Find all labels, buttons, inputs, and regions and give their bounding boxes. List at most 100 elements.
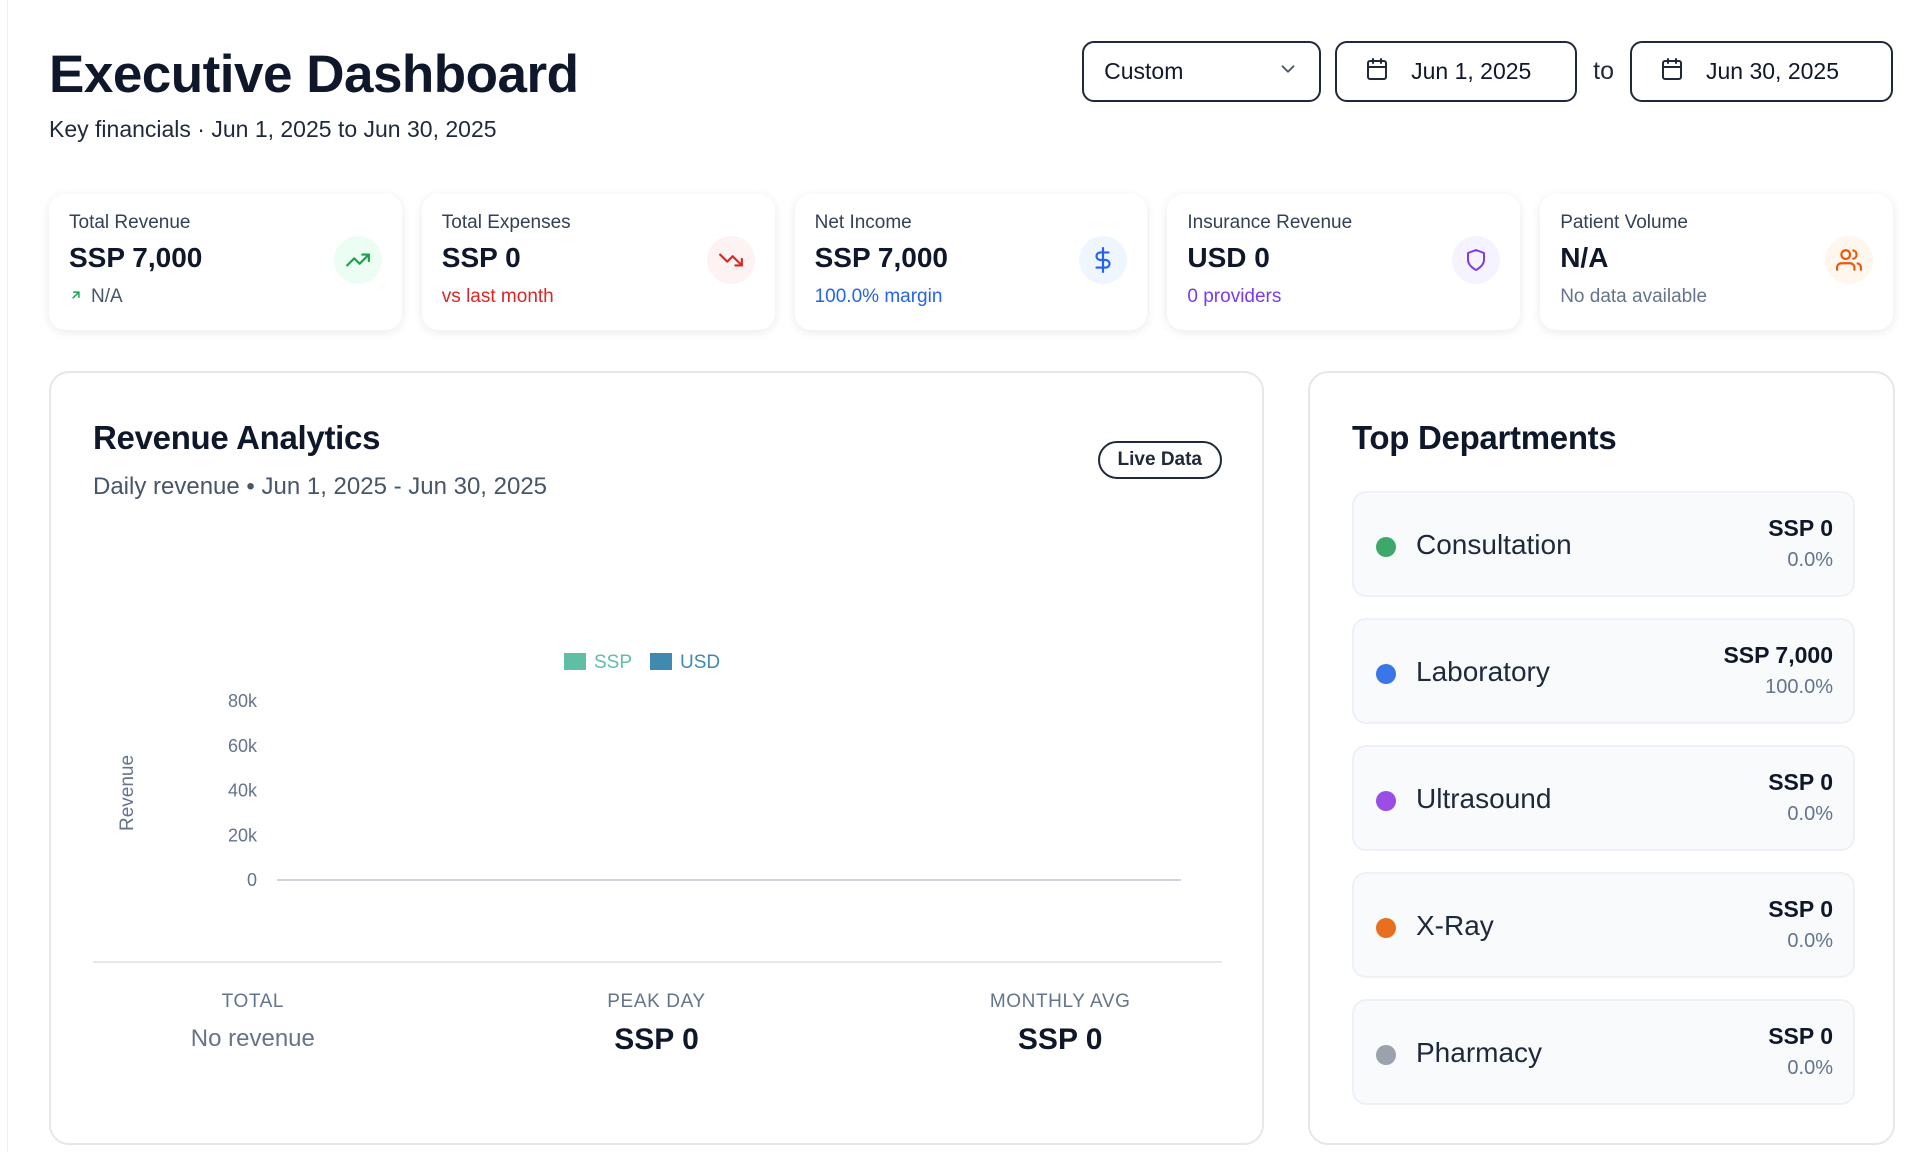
department-name: Consultation bbox=[1416, 529, 1572, 560]
department-item-ultrasound[interactable]: Ultrasound SSP 0 0.0% bbox=[1352, 745, 1855, 851]
y-tick-label: 60k bbox=[228, 736, 258, 756]
stat-value: SSP 0 bbox=[1017, 1023, 1103, 1056]
revenue-stats: TOTAL No revenue PEAK DAY SSP 0 MONTHLY … bbox=[51, 991, 1262, 1057]
status-dot bbox=[1376, 537, 1396, 557]
revenue-analytics-panel: Revenue Analytics Daily revenue • Jun 1,… bbox=[49, 371, 1264, 1145]
chevron-down-icon bbox=[1277, 58, 1299, 86]
arrow-up-right-icon bbox=[69, 286, 83, 308]
range-select-value: Custom bbox=[1104, 58, 1184, 84]
y-tick-label: 20k bbox=[228, 825, 258, 845]
kpi-sub-text: 100.0% margin bbox=[814, 286, 943, 307]
calendar-icon bbox=[1660, 57, 1684, 87]
x-tick-label: Jun 8 bbox=[478, 892, 524, 893]
kpi-label: Insurance Revenue bbox=[1187, 212, 1353, 233]
end-date-label: Jun 30, 2025 bbox=[1706, 58, 1840, 84]
dollar-icon bbox=[1079, 236, 1128, 284]
kpi-sub-text: No data available bbox=[1560, 286, 1708, 307]
kpi-card-insurance-revenue: Insurance Revenue USD 0 0 providers bbox=[1167, 194, 1521, 330]
calendar-icon bbox=[1365, 57, 1389, 87]
department-amount: SSP 7,000 bbox=[1723, 642, 1833, 668]
kpi-sub-text: 0 providers bbox=[1187, 286, 1282, 307]
date-range-controls: Custom Jun 1, 2025 to Jun 30, 2025 bbox=[1082, 41, 1893, 102]
kpi-label: Net Income bbox=[814, 212, 912, 233]
shield-icon bbox=[1452, 236, 1501, 284]
end-date-button[interactable]: Jun 30, 2025 bbox=[1630, 41, 1893, 102]
x-tick-label: Jun 22 bbox=[913, 892, 970, 893]
kpi-sub: 0 providers bbox=[1187, 286, 1500, 308]
page-subtitle: Key financials · Jun 1, 2025 to Jun 30, … bbox=[49, 116, 497, 142]
legend-label-ssp: SSP bbox=[594, 652, 632, 673]
status-dot bbox=[1376, 1045, 1396, 1065]
kpi-card-patient-volume: Patient Volume N/A No data available bbox=[1540, 194, 1893, 330]
department-name: Laboratory bbox=[1416, 656, 1550, 687]
stat-label: TOTAL bbox=[221, 991, 285, 1012]
stat-peak-day: PEAK DAY SSP 0 bbox=[455, 991, 859, 1057]
legend-label-usd: USD bbox=[680, 652, 720, 673]
x-tick-label: Jun 1 bbox=[261, 892, 307, 893]
department-percent: 0.0% bbox=[1787, 930, 1833, 952]
stat-total: TOTAL No revenue bbox=[51, 991, 455, 1057]
kpi-sub-text: vs last month bbox=[441, 286, 554, 307]
x-tick-label: Jun 15 bbox=[694, 892, 751, 893]
kpi-label: Total Revenue bbox=[69, 212, 191, 233]
legend-swatch-ssp bbox=[564, 653, 586, 670]
y-tick-label: 0 bbox=[247, 870, 257, 890]
x-tick-label: Jun 29 bbox=[1132, 892, 1189, 893]
range-select[interactable]: Custom bbox=[1082, 41, 1322, 102]
department-percent: 0.0% bbox=[1787, 1057, 1833, 1079]
department-amount: SSP 0 bbox=[1768, 515, 1833, 541]
stat-value: No revenue bbox=[190, 1025, 315, 1052]
stats-divider bbox=[93, 961, 1222, 963]
stat-value: SSP 0 bbox=[614, 1023, 699, 1056]
page-title: Executive Dashboard bbox=[49, 45, 579, 104]
kpi-label: Total Expenses bbox=[441, 212, 571, 233]
kpi-sub: N/A bbox=[69, 286, 382, 308]
trending-up-icon bbox=[333, 236, 382, 284]
department-item-laboratory[interactable]: Laboratory SSP 7,000 100.0% bbox=[1352, 618, 1855, 724]
legend-swatch-usd bbox=[650, 653, 672, 670]
status-dot bbox=[1376, 791, 1396, 811]
department-percent: 0.0% bbox=[1787, 803, 1833, 825]
department-name: Ultrasound bbox=[1416, 783, 1552, 814]
kpi-row: Total Revenue SSP 7,000 N/A Total Expens… bbox=[49, 194, 1893, 330]
top-departments-panel: Top Departments Consultation SSP 0 0.0% … bbox=[1308, 371, 1895, 1145]
department-item-x-ray[interactable]: X-Ray SSP 0 0.0% bbox=[1352, 872, 1855, 978]
panel-subtitle: Daily revenue • Jun 1, 2025 - Jun 30, 20… bbox=[93, 473, 548, 500]
y-tick-label: 40k bbox=[228, 781, 258, 801]
department-item-pharmacy[interactable]: Pharmacy SSP 0 0.0% bbox=[1352, 999, 1855, 1105]
department-amount: SSP 0 bbox=[1768, 1023, 1833, 1049]
department-name: X-Ray bbox=[1416, 910, 1494, 941]
trending-down-icon bbox=[706, 236, 755, 284]
live-data-badge: Live Data bbox=[1097, 441, 1222, 479]
kpi-card-total-expenses: Total Expenses SSP 0 vs last month bbox=[421, 194, 775, 330]
kpi-sub: No data available bbox=[1560, 286, 1873, 308]
panel-title: Top Departments bbox=[1352, 419, 1617, 456]
kpi-label: Patient Volume bbox=[1560, 212, 1688, 233]
status-dot bbox=[1376, 664, 1396, 684]
status-dot bbox=[1376, 918, 1396, 938]
stat-monthly-avg: MONTHLY AVG SSP 0 bbox=[858, 991, 1262, 1057]
y-tick-label: 80k bbox=[228, 691, 258, 711]
start-date-label: Jun 1, 2025 bbox=[1411, 58, 1532, 84]
start-date-button[interactable]: Jun 1, 2025 bbox=[1335, 41, 1578, 102]
department-percent: 0.0% bbox=[1787, 549, 1833, 571]
department-name: Pharmacy bbox=[1416, 1037, 1543, 1068]
to-label: to bbox=[1593, 57, 1614, 85]
left-edge-divider bbox=[0, 0, 8, 1152]
x-tick-label: Jun 10 bbox=[537, 892, 594, 893]
kpi-card-total-revenue: Total Revenue SSP 7,000 N/A bbox=[49, 194, 402, 330]
stat-label: MONTHLY AVG bbox=[989, 991, 1131, 1012]
kpi-sub: 100.0% margin bbox=[815, 286, 1128, 308]
department-percent: 100.0% bbox=[1765, 676, 1833, 698]
y-axis-label: Revenue bbox=[117, 755, 138, 831]
department-amount: SSP 0 bbox=[1768, 896, 1833, 922]
panel-title: Revenue Analytics bbox=[93, 419, 381, 456]
kpi-card-net-income: Net Income SSP 7,000 100.0% margin bbox=[794, 194, 1148, 330]
department-list: Consultation SSP 0 0.0% Laboratory SSP 7… bbox=[1352, 491, 1855, 1126]
kpi-sub: vs last month bbox=[442, 286, 755, 308]
department-item-consultation[interactable]: Consultation SSP 0 0.0% bbox=[1352, 491, 1855, 597]
revenue-chart: SSP USD 0 20k 40k 60k 80k Jun 1 Jun 8 Jun 10 Jun 1… bbox=[117, 652, 1190, 893]
kpi-sub-text: N/A bbox=[91, 286, 123, 307]
users-icon bbox=[1824, 236, 1873, 284]
department-amount: SSP 0 bbox=[1768, 769, 1833, 795]
